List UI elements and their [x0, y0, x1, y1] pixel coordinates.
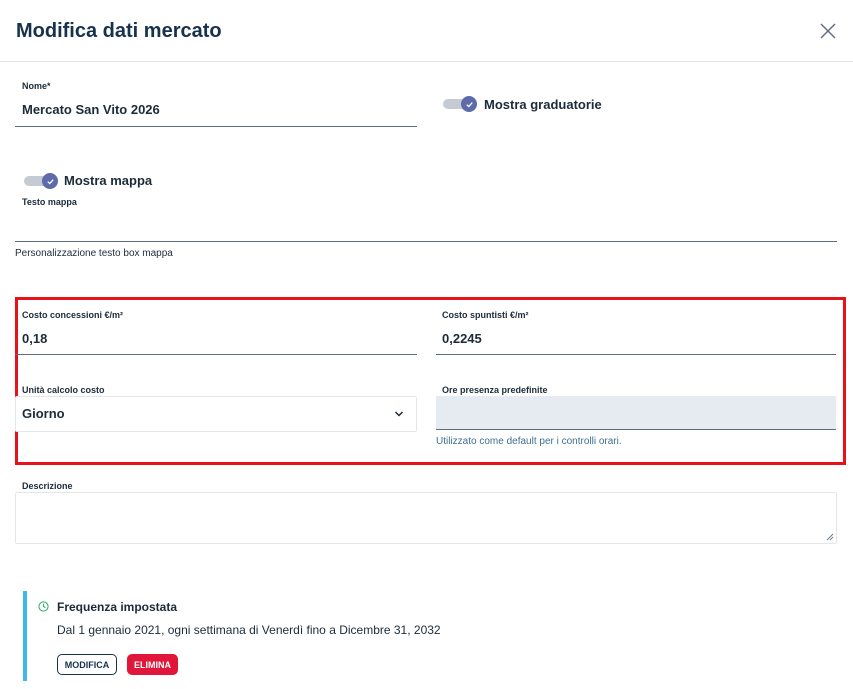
mostra-mappa-toggle[interactable] — [22, 173, 62, 189]
clock-icon — [38, 601, 49, 612]
unita-calcolo-label: Unità calcolo costo — [22, 385, 105, 395]
costo-spuntisti-underline — [436, 354, 836, 355]
mostra-mappa-label: Mostra mappa — [64, 173, 153, 188]
testo-mappa-input[interactable] — [15, 210, 837, 240]
check-icon — [42, 173, 58, 189]
ore-presenza-help: Utilizzato come default per i controlli … — [436, 436, 622, 447]
frequenza-accent-bar — [23, 591, 27, 681]
mostra-graduatorie-label: Mostra graduatorie — [484, 97, 602, 112]
modal-title: Modifica dati mercato — [16, 20, 222, 42]
costo-spuntisti-input[interactable]: 0,2245 — [442, 331, 482, 346]
unita-calcolo-value: Giorno — [22, 406, 65, 421]
resize-handle-icon[interactable] — [826, 533, 834, 541]
descrizione-textarea[interactable] — [15, 492, 837, 544]
testo-mappa-underline — [15, 241, 837, 242]
elimina-button[interactable]: ELIMINA — [127, 654, 178, 675]
costo-concessioni-underline — [15, 354, 417, 355]
mostra-graduatorie-toggle[interactable] — [441, 96, 481, 112]
frequenza-description: Dal 1 gennaio 2021, ogni settimana di Ve… — [57, 623, 441, 637]
testo-mappa-hint: Personalizzazione testo box mappa — [15, 248, 173, 259]
frequenza-title: Frequenza impostata — [57, 600, 178, 614]
costo-concessioni-label: Costo concessioni €/m² — [22, 310, 124, 320]
close-icon[interactable] — [818, 21, 838, 41]
modal-header: Modifica dati mercato — [0, 0, 853, 62]
costo-spuntisti-label: Costo spuntisti €/m² — [442, 310, 529, 320]
check-icon — [461, 96, 477, 112]
highlight-box — [15, 297, 846, 465]
modifica-button[interactable]: MODIFICA — [57, 654, 117, 675]
nome-input[interactable]: Mercato San Vito 2026 — [22, 102, 160, 117]
descrizione-label: Descrizione — [22, 481, 73, 491]
ore-presenza-label: Ore presenza predefinite — [442, 385, 548, 395]
testo-mappa-label: Testo mappa — [22, 197, 77, 207]
nome-label: Nome* — [22, 81, 51, 91]
chevron-down-icon — [394, 411, 404, 417]
nome-underline — [15, 126, 417, 127]
unita-calcolo-select[interactable]: Giorno — [15, 396, 417, 432]
ore-presenza-input[interactable] — [436, 396, 836, 430]
costo-concessioni-input[interactable]: 0,18 — [22, 331, 47, 346]
